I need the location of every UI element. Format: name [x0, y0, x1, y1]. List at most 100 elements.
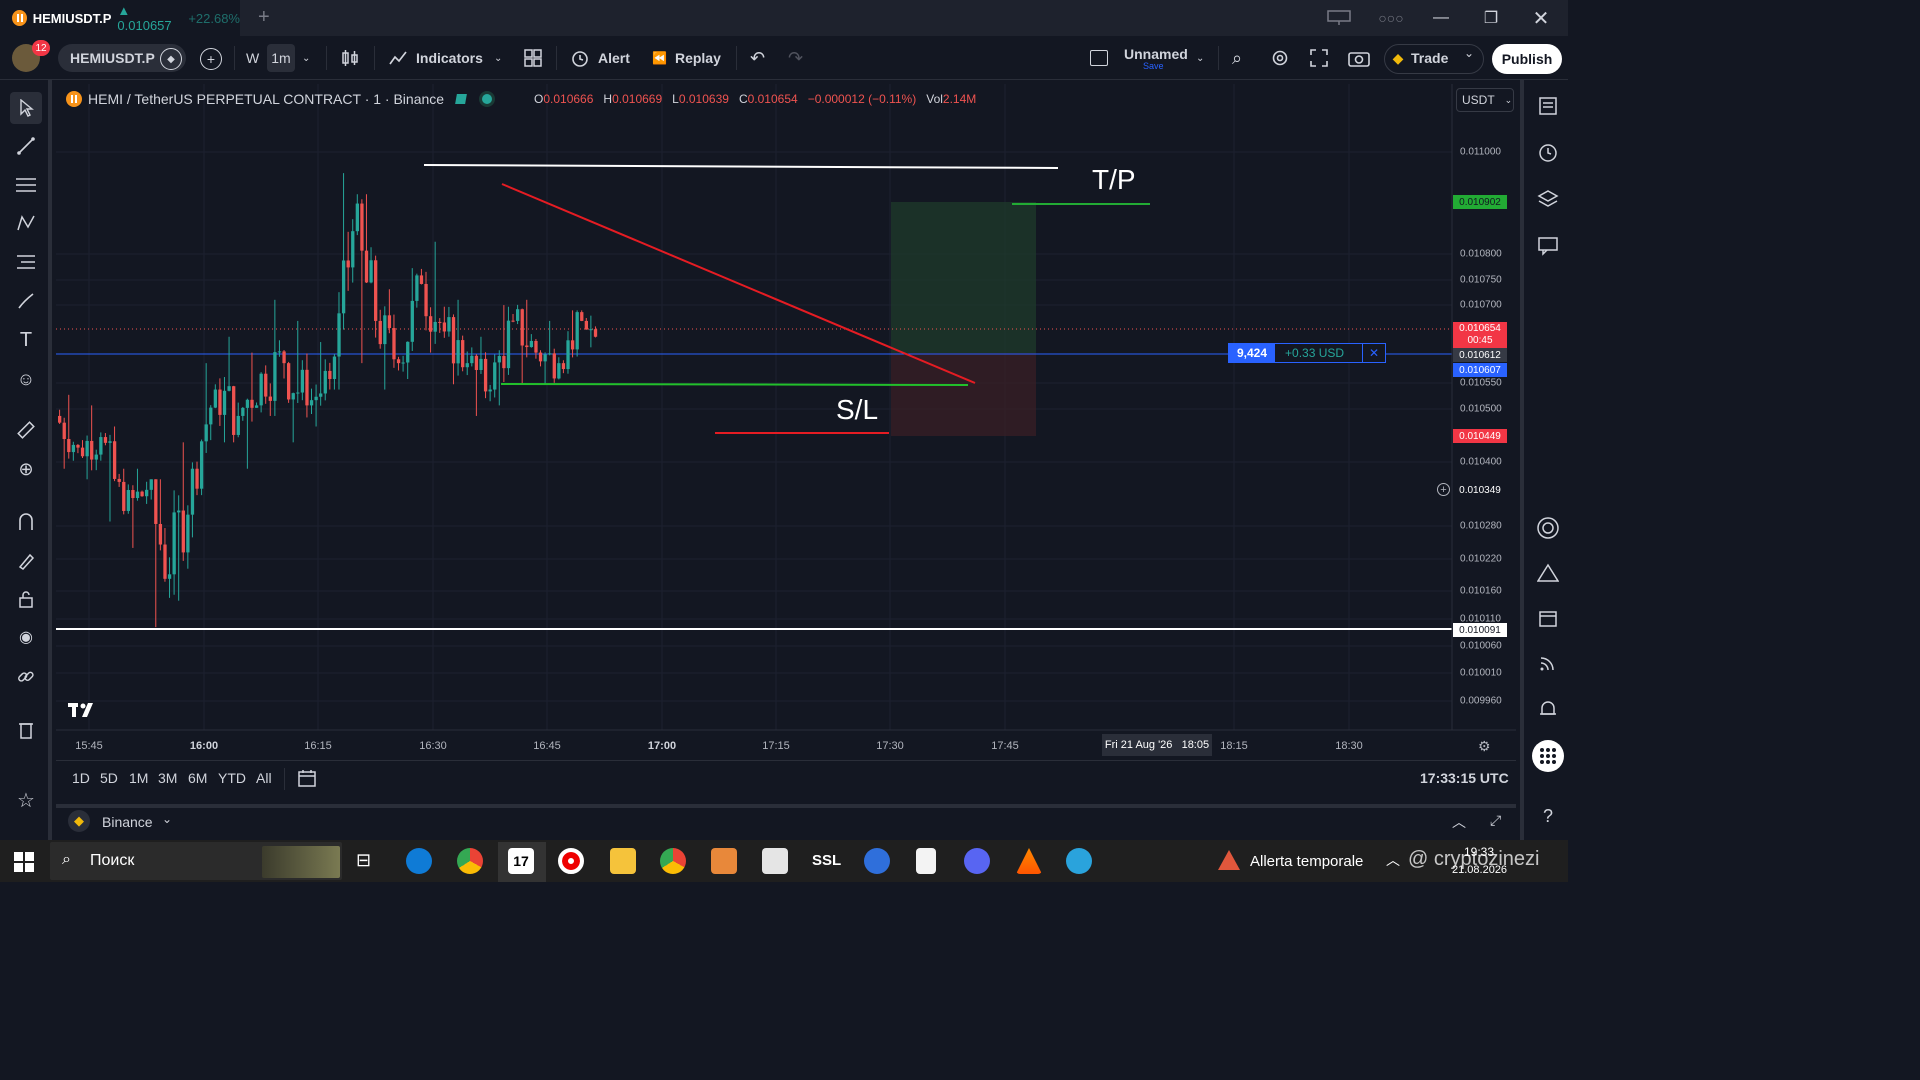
watchlist-icon[interactable] — [1532, 90, 1564, 122]
bitwarden-icon[interactable] — [864, 848, 890, 874]
apps-grid-icon[interactable] — [1532, 740, 1564, 772]
calendar-icon[interactable] — [1532, 602, 1564, 634]
edge-browser-icon[interactable] — [406, 848, 432, 874]
candle-body — [479, 358, 483, 370]
target-icon[interactable] — [1532, 512, 1564, 544]
candle-body — [154, 479, 158, 524]
price-tick-label: 0.009960 — [1460, 695, 1502, 707]
candle-body — [410, 300, 414, 342]
goto-date-calendar-icon[interactable] — [297, 768, 317, 793]
candle-body — [296, 392, 300, 394]
sl-price-tag: 0.010449 — [1453, 429, 1507, 443]
candle-body — [99, 437, 103, 455]
candle-body — [186, 514, 190, 553]
range-3m[interactable]: 3M — [158, 770, 177, 786]
sl-annotation[interactable]: S/L — [836, 394, 878, 426]
candle-body — [195, 468, 199, 489]
candle-body — [328, 370, 332, 379]
time-tick-label: 16:15 — [304, 740, 332, 752]
ssl-app-icon[interactable]: SSL — [812, 852, 841, 869]
candle-body — [177, 510, 181, 513]
candle-body — [314, 396, 318, 401]
range-5d[interactable]: 5D — [100, 770, 118, 786]
maximize-panel-icon[interactable]: ⤢ — [1490, 812, 1501, 829]
notepad-icon[interactable] — [916, 848, 936, 874]
time-tick-label: 15:45 — [75, 740, 103, 752]
candle-body — [502, 356, 506, 369]
collapse-panel-icon[interactable]: ︿ — [1452, 812, 1466, 832]
add-alert-plus-icon[interactable]: + — [1437, 483, 1450, 496]
time-tick-label: 16:00 — [189, 740, 219, 752]
candle-body — [204, 424, 208, 442]
candle-body — [103, 437, 108, 443]
chart-legend: HEMI / TetherUS PERPETUAL CONTRACT · 1 ·… — [66, 88, 493, 110]
tradingview-app-icon[interactable]: 17 — [508, 848, 534, 874]
candle-body — [548, 353, 552, 355]
candle-body — [351, 231, 355, 268]
range-6m[interactable]: 6M — [188, 770, 207, 786]
currency-select[interactable]: USDT ⌄ — [1456, 88, 1514, 112]
scale-settings-gear-icon[interactable]: ⚙ — [1478, 738, 1491, 755]
market-flag-icon — [455, 94, 467, 104]
windows-start-icon[interactable] — [14, 852, 34, 877]
time-crosshair-label: Fri 21 Aug '26 18:05 — [1102, 734, 1212, 756]
telegram-icon[interactable] — [1066, 848, 1092, 874]
tray-chevron-icon[interactable]: ︿ — [1386, 850, 1400, 870]
trading-panel — [56, 804, 1516, 840]
ideas-icon[interactable] — [1532, 557, 1564, 589]
candle-body — [566, 340, 570, 370]
time-tick-label: 16:30 — [419, 740, 447, 752]
task-view-icon[interactable]: ⊟ — [356, 850, 371, 871]
file-explorer-icon[interactable] — [610, 848, 636, 874]
candle-body — [140, 491, 144, 497]
taskbar-search-box[interactable]: ⌕ Поиск — [50, 842, 342, 880]
position-order-tag[interactable]: 9,424 +0.33 USD ✕ — [1228, 343, 1386, 363]
photo-app-icon[interactable] — [711, 848, 737, 874]
broker-dropdown-icon[interactable]: ⌄ — [162, 812, 172, 826]
blue-price-tag: 0.010607 — [1453, 363, 1507, 377]
divider — [284, 768, 285, 790]
candle-body — [145, 489, 149, 497]
candle-body — [374, 260, 378, 321]
candle-body — [62, 422, 66, 440]
candle-body — [360, 203, 364, 251]
discord-icon[interactable] — [964, 848, 990, 874]
notifications-bell-icon[interactable] — [1532, 693, 1564, 725]
candle-body — [529, 340, 534, 348]
range-all[interactable]: All — [256, 770, 272, 786]
candle-body — [461, 340, 465, 368]
candle-body — [135, 491, 140, 499]
candle-body — [364, 250, 369, 283]
broker-name[interactable]: Binance — [102, 814, 153, 830]
candle-body — [282, 351, 286, 364]
candle-body — [232, 386, 236, 435]
candle-body — [273, 352, 277, 401]
candle-body — [85, 440, 89, 457]
range-1m[interactable]: 1M — [129, 770, 148, 786]
watermark-text: @ cryptozinezi — [1408, 848, 1540, 870]
chrome-profile-icon[interactable] — [660, 848, 686, 874]
recorder-icon[interactable] — [558, 848, 584, 874]
package-app-icon[interactable] — [762, 848, 788, 874]
legend-title[interactable]: HEMI / TetherUS PERPETUAL CONTRACT · 1 ·… — [88, 91, 444, 107]
candle-body — [557, 363, 561, 379]
object-tree-layers-icon[interactable] — [1532, 183, 1564, 215]
streams-icon[interactable] — [1532, 647, 1564, 679]
time-tick-label: 18:30 — [1335, 740, 1363, 752]
weather-alert-text[interactable]: Allerta temporale — [1250, 853, 1363, 870]
chat-icon[interactable] — [1532, 230, 1564, 262]
candle-body — [378, 320, 382, 345]
candle-body — [190, 468, 195, 515]
tp-annotation[interactable]: T/P — [1092, 164, 1136, 196]
help-icon[interactable]: ? — [1532, 800, 1564, 832]
candle-body — [580, 312, 584, 321]
chrome-icon[interactable] — [457, 848, 483, 874]
close-position-icon[interactable]: ✕ — [1361, 344, 1385, 362]
utc-clock[interactable]: 17:33:15 UTC — [1420, 770, 1509, 786]
price-tick-label: 0.011000 — [1460, 146, 1501, 158]
range-ytd[interactable]: YTD — [218, 770, 246, 786]
candle-body — [332, 356, 337, 379]
candle-body — [506, 320, 511, 369]
range-1d[interactable]: 1D — [72, 770, 90, 786]
alerts-clock-icon[interactable] — [1532, 136, 1564, 168]
